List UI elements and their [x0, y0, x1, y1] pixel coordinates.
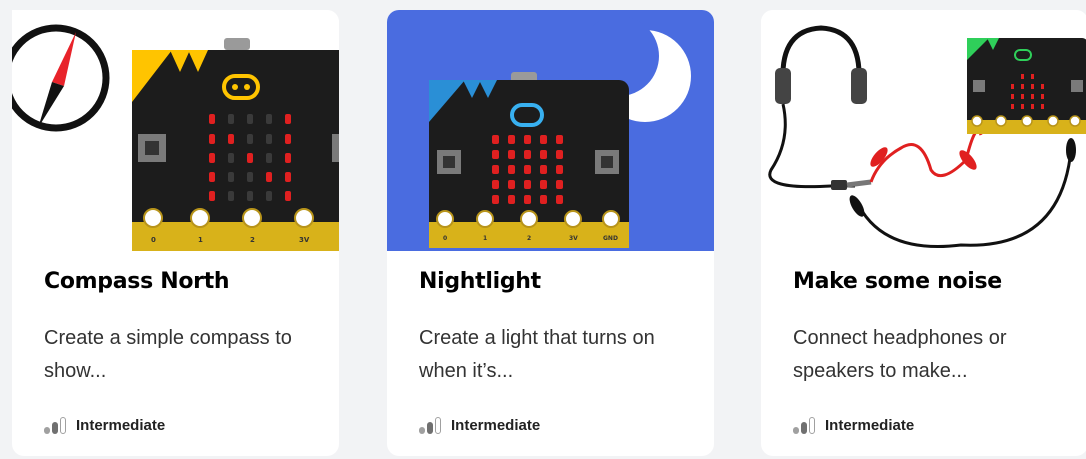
card-thumbnail: 0 1 2 3V GND	[387, 10, 714, 251]
compass-microbit-illustration: 0 1 2 3V	[12, 10, 339, 251]
difficulty-level: Intermediate	[44, 414, 165, 436]
card-thumbnail	[761, 10, 1086, 251]
card-description: Connect headphones or speakers to make..…	[793, 327, 1007, 382]
card-description: Create a simple compass to show...	[44, 327, 292, 382]
svg-text:0: 0	[443, 235, 447, 242]
microbit-board	[967, 38, 1086, 134]
project-card-compass-north[interactable]: 0 1 2 3V Compass North Create a simple comp…	[12, 10, 339, 456]
svg-text:2: 2	[250, 236, 255, 244]
card-thumbnail: 0 1 2 3V	[12, 10, 339, 251]
project-card-nightlight[interactable]: 0 1 2 3V GND Nightlight Create a light that …	[387, 10, 714, 456]
svg-text:0: 0	[151, 236, 156, 244]
svg-text:3V: 3V	[299, 236, 310, 244]
svg-text:2: 2	[527, 235, 531, 242]
svg-text:1: 1	[483, 235, 487, 242]
microbit-board: 0 1 2 3V GND	[429, 72, 629, 248]
difficulty-label: Intermediate	[825, 416, 915, 434]
difficulty-level: Intermediate	[419, 414, 540, 436]
difficulty-bars-icon	[44, 416, 66, 434]
project-card-make-some-noise[interactable]: Make some noise Connect headphones or sp…	[761, 10, 1086, 456]
card-title: Make some noise	[793, 269, 1002, 294]
nightlight-microbit-illustration: 0 1 2 3V GND	[387, 10, 714, 251]
svg-text:1: 1	[198, 236, 203, 244]
card-title: Compass North	[44, 269, 230, 294]
card-title: Nightlight	[419, 269, 541, 294]
difficulty-bars-icon	[793, 416, 815, 434]
difficulty-label: Intermediate	[76, 416, 166, 434]
svg-text:3V: 3V	[569, 235, 578, 242]
svg-text:GND: GND	[603, 235, 618, 242]
difficulty-level: Intermediate	[793, 414, 914, 436]
difficulty-bars-icon	[419, 416, 441, 434]
card-description: Create a light that turns on when it’s..…	[419, 327, 655, 382]
headphones-microbit-illustration	[761, 10, 1086, 251]
microbit-board: 0 1 2 3V	[132, 38, 339, 251]
difficulty-label: Intermediate	[451, 416, 541, 434]
